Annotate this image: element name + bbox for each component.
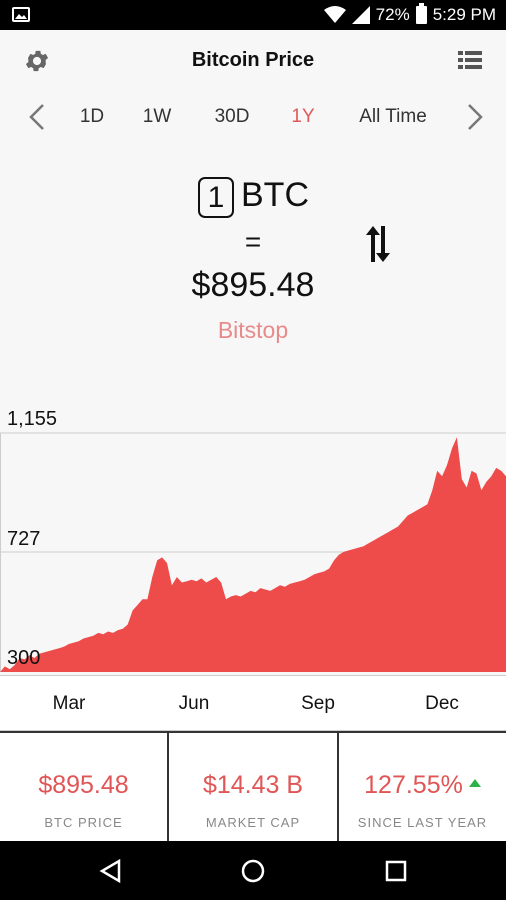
stat-label: BTC PRICE — [44, 815, 123, 830]
tab-30d[interactable]: 30D — [215, 106, 250, 128]
battery-percent: 72% — [375, 5, 410, 24]
back-icon[interactable] — [98, 858, 124, 884]
clock: 5:29 PM — [432, 5, 496, 24]
price-chart-svg — [0, 432, 506, 672]
tab-1y[interactable]: 1Y — [291, 106, 314, 128]
stat-since-last-year: 127.55% SINCE LAST YEAR — [339, 731, 506, 841]
stat-value: $895.48 — [38, 771, 129, 799]
home-icon[interactable] — [240, 858, 266, 884]
chevron-left-icon[interactable] — [25, 102, 49, 132]
signal-icon — [351, 6, 370, 24]
stat-label: SINCE LAST YEAR — [357, 815, 488, 830]
stats-panel: $895.48 BTC PRICE $14.43 B MARKET CAP 12… — [0, 731, 506, 841]
swap-arrows-icon[interactable] — [364, 224, 392, 264]
currency-label: BTC — [241, 176, 309, 214]
tab-all-time[interactable]: All Time — [359, 106, 427, 128]
converted-price: $895.48 — [191, 266, 315, 304]
stat-btc-price: $895.48 BTC PRICE — [0, 731, 169, 841]
wifi-icon — [323, 6, 346, 23]
equals-sign: = — [244, 226, 262, 257]
status-bar: 72% 5:29 PM — [0, 0, 506, 30]
x-tick-label: Mar — [52, 693, 86, 714]
image-notification-icon — [12, 7, 30, 22]
stat-value: $14.43 B — [202, 771, 304, 799]
stat-value-wrap: 127.55% — [339, 771, 506, 800]
tab-1d[interactable]: 1D — [80, 106, 104, 128]
y-tick-label: 727 — [7, 528, 41, 550]
price-chart: 1,155 727 300 — [0, 400, 506, 675]
x-axis-labels: Mar Jun Sep Dec — [0, 675, 506, 731]
y-tick-label: 300 — [7, 647, 41, 669]
exchange-name[interactable]: Bitstop — [0, 317, 506, 344]
stat-label: MARKET CAP — [205, 815, 301, 830]
app-bar: Bitcoin Price — [0, 30, 506, 92]
list-view-icon[interactable] — [458, 50, 482, 70]
x-tick-label: Sep — [301, 693, 335, 714]
recents-icon[interactable] — [383, 858, 409, 884]
tab-1w[interactable]: 1W — [143, 106, 172, 128]
y-tick-label: 1,155 — [7, 408, 58, 430]
chevron-right-icon[interactable] — [463, 102, 487, 132]
price-area-series — [0, 437, 506, 672]
stat-market-cap: $14.43 B MARKET CAP — [169, 731, 339, 841]
trend-up-icon — [468, 779, 481, 787]
page-title: Bitcoin Price — [191, 49, 315, 71]
x-tick-label: Dec — [425, 693, 459, 714]
period-selector: 1D 1W 30D 1Y All Time — [0, 98, 506, 136]
amount-input[interactable]: 1 — [198, 177, 234, 218]
x-tick-label: Jun — [178, 693, 210, 714]
system-nav-bar — [0, 841, 506, 900]
stat-value: 127.55% — [364, 771, 463, 799]
battery-icon — [415, 3, 427, 24]
